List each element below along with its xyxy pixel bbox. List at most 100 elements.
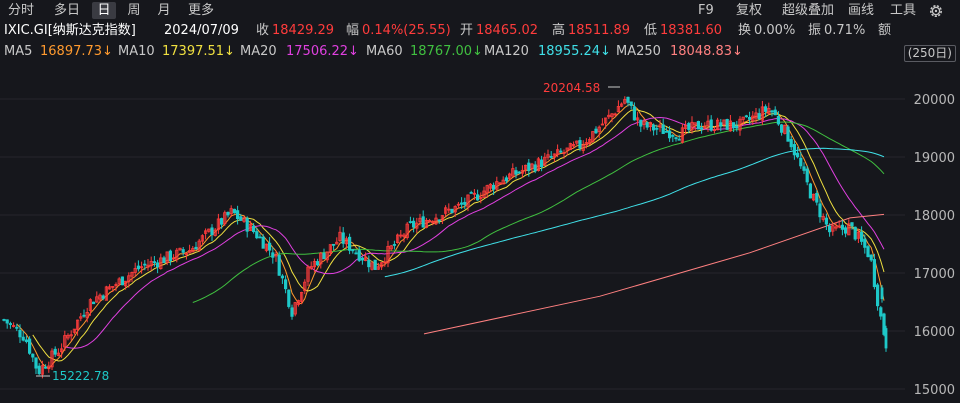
candle-down bbox=[18, 329, 22, 338]
period-selector[interactable]: (250日) bbox=[903, 45, 956, 62]
candle-down bbox=[331, 243, 336, 246]
candle-down bbox=[629, 101, 633, 106]
candle-down bbox=[700, 127, 704, 130]
candle-down bbox=[876, 284, 880, 307]
ma10-value: 17397.51↓ bbox=[162, 44, 235, 59]
candles bbox=[2, 96, 888, 379]
candle-down bbox=[168, 250, 172, 262]
candle-down bbox=[687, 123, 691, 130]
candle-down bbox=[101, 295, 105, 299]
candle-down bbox=[354, 252, 358, 255]
price-tick-label: 15000 bbox=[914, 383, 955, 398]
candle-down bbox=[626, 96, 630, 103]
candle-down bbox=[315, 261, 320, 266]
quote-bar: IXIC.GI[纳斯达克指数] 2024/07/09 收 18429.29 幅 … bbox=[0, 20, 960, 42]
ma250-value: 18048.83↓ bbox=[670, 44, 743, 59]
price-tick-label: 16000 bbox=[914, 325, 955, 340]
candle-down bbox=[786, 126, 790, 142]
candle-down bbox=[860, 231, 864, 242]
candle-down bbox=[373, 259, 377, 270]
price-tick-label: 20000 bbox=[914, 93, 955, 108]
ma20-line bbox=[64, 116, 885, 349]
ma5-value: 16897.73↓ bbox=[40, 44, 113, 59]
ma10-line bbox=[32, 109, 885, 362]
candle-down bbox=[594, 128, 598, 134]
high-price-label: 20204.58 bbox=[543, 81, 600, 95]
candlestick-chart[interactable]: 20000 19000 18000 17000 16000 15000 20204.58 … bbox=[0, 62, 960, 403]
candle-down bbox=[527, 162, 531, 171]
ma60-value: 18767.00↓ bbox=[410, 44, 483, 59]
candle-down bbox=[421, 216, 425, 228]
candle-down bbox=[280, 275, 285, 279]
candle-down bbox=[802, 166, 806, 171]
price-tick-label: 17000 bbox=[914, 267, 955, 282]
candle-down bbox=[645, 122, 649, 128]
low-price-label: 15222.78 bbox=[52, 369, 109, 383]
candle-down bbox=[367, 259, 371, 268]
ma10-label: MA10 bbox=[118, 44, 155, 59]
candle-down bbox=[351, 249, 355, 252]
amplitude-label: 振 bbox=[808, 23, 822, 38]
candle-down bbox=[677, 138, 681, 141]
candle-down bbox=[880, 287, 884, 300]
candle-down bbox=[639, 119, 643, 127]
candle-down bbox=[796, 152, 800, 158]
candle-down bbox=[655, 127, 659, 130]
candle-down bbox=[258, 236, 262, 239]
candle-down bbox=[152, 261, 156, 264]
candle-down bbox=[463, 201, 467, 205]
candle-down bbox=[866, 246, 870, 258]
candle-down bbox=[53, 348, 57, 355]
candle-down bbox=[235, 210, 240, 220]
candle-down bbox=[210, 227, 214, 236]
low-label: 低 bbox=[644, 23, 658, 38]
candle-down bbox=[578, 140, 582, 149]
price-tick-label: 18000 bbox=[914, 209, 955, 224]
ma120-value: 18955.24↓ bbox=[538, 44, 611, 59]
candle-down bbox=[24, 339, 29, 342]
candle-down bbox=[341, 232, 345, 244]
ma5-label: MA5 bbox=[4, 44, 33, 59]
candle-down bbox=[748, 117, 752, 120]
high-label: 高 bbox=[552, 23, 566, 38]
quote-row bbox=[0, 0, 960, 22]
candle-down bbox=[725, 119, 729, 130]
candle-down bbox=[549, 156, 553, 158]
candle-down bbox=[533, 164, 537, 172]
candle-down bbox=[283, 279, 288, 290]
candle-down bbox=[437, 219, 441, 222]
turnover-value: 0.00% bbox=[754, 23, 796, 38]
amount-label: 额 bbox=[878, 23, 892, 38]
candle-down bbox=[491, 184, 496, 190]
price-grid bbox=[0, 98, 905, 390]
candle-down bbox=[27, 338, 32, 354]
candle-down bbox=[514, 170, 518, 175]
candle-down bbox=[120, 276, 124, 286]
candle-down bbox=[194, 246, 198, 250]
change-value: 0.14%(25.55) bbox=[362, 23, 451, 38]
candle-down bbox=[15, 326, 19, 329]
price-annotations: 20204.58 15222.78 bbox=[36, 81, 620, 383]
candle-down bbox=[155, 262, 160, 268]
candle-down bbox=[261, 236, 265, 249]
candle-down bbox=[162, 257, 166, 264]
candle-down bbox=[840, 224, 845, 230]
candle-down bbox=[735, 125, 739, 129]
candle-down bbox=[219, 218, 224, 225]
price-tick-label: 19000 bbox=[914, 151, 955, 166]
candle-down bbox=[709, 119, 713, 131]
candle-down bbox=[239, 216, 243, 221]
candle-down bbox=[392, 244, 397, 246]
candle-down bbox=[776, 116, 781, 125]
symbol-name: IXIC.GI[纳斯达克指数] bbox=[4, 23, 136, 38]
candle-down bbox=[780, 124, 784, 133]
candle-down bbox=[850, 222, 854, 227]
ma60-line bbox=[192, 121, 885, 303]
candle-down bbox=[2, 319, 6, 321]
candle-down bbox=[853, 226, 857, 240]
candle-down bbox=[884, 328, 888, 349]
low-value: 18381.60 bbox=[660, 23, 723, 38]
candle-down bbox=[322, 253, 326, 260]
candle-down bbox=[789, 139, 793, 148]
candle-down bbox=[245, 218, 249, 232]
